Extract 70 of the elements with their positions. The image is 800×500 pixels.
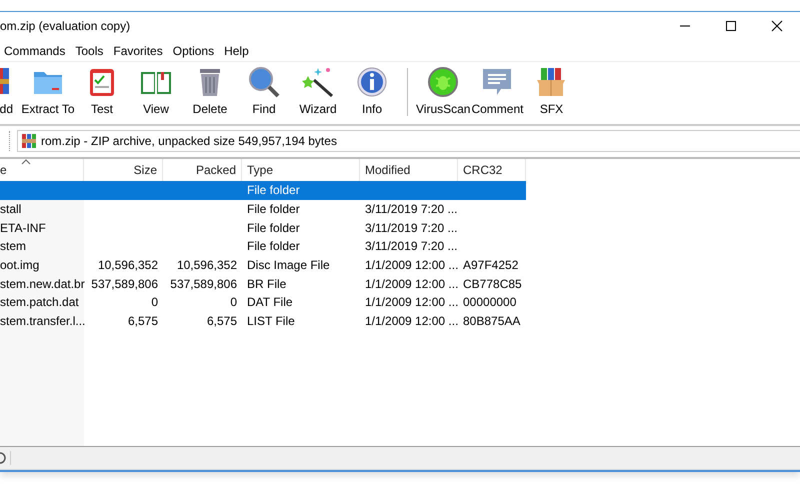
table-cell: BR File — [247, 276, 286, 291]
table-cell: CB778C85 — [463, 276, 522, 291]
table-cell: File folder — [247, 202, 300, 216]
bug-icon — [427, 66, 460, 98]
menu-item[interactable]: Commands — [0, 44, 70, 58]
sort-caret-icon — [21, 159, 31, 165]
table-cell: 0 — [230, 295, 237, 310]
table-cell: 1/1/2009 12:00 ... — [365, 258, 458, 272]
table-cell: LIST File — [247, 314, 295, 328]
window-title: om.zip (evaluation copy) — [0, 19, 130, 33]
file-row[interactable]: oot.img 10,596,352 10,596,352 Disc Image File 1/1/2009 12:00 ... A97F4252 — [0, 256, 526, 274]
menu-item[interactable]: Tools — [71, 44, 108, 58]
status-icon — [0, 451, 11, 465]
menu-item[interactable]: Help — [220, 44, 254, 58]
toolbar-button[interactable]: View — [129, 64, 183, 124]
toolbar-button[interactable]: dd — [0, 64, 21, 124]
table-cell: 3/11/2019 7:20 ... — [365, 239, 458, 254]
file-row[interactable]: stem.transfer.l... 6,575 6,575 LIST File 1/1/2009 12:00 ... 80B875AA — [0, 312, 526, 330]
table-cell: 537,589,806 — [170, 276, 237, 291]
toolbar-button[interactable]: Extract To — [21, 64, 75, 124]
table-cell: A97F4252 — [463, 258, 518, 272]
toolbar-button[interactable]: Delete — [183, 64, 237, 124]
maximize-icon — [725, 20, 737, 32]
table-cell: 0 — [151, 295, 158, 310]
table-cell: 6,575 — [128, 314, 158, 328]
info-icon — [356, 66, 388, 98]
toolbar-button[interactable]: Wizard — [291, 64, 345, 124]
table-cell: 10,596,352 — [176, 258, 237, 272]
magic-wand-icon — [302, 66, 334, 98]
archive-info: rom.zip - ZIP archive, unpacked size 549,957,194 bytes — [41, 134, 337, 148]
toolbar-button[interactable]: VirusScan — [416, 64, 470, 124]
table-cell: 80B875AA — [463, 314, 520, 328]
file-row[interactable]: File folder — [0, 181, 526, 200]
table-cell: stem.patch.dat — [0, 295, 79, 310]
file-row[interactable]: stem.new.dat.br 537,589,806 537,589,806 BR File 1/1/2009 12:00 ... CB778C85 — [0, 274, 526, 294]
table-cell: stem.new.dat.br — [0, 276, 85, 291]
table-cell: File folder — [247, 220, 300, 235]
file-row[interactable]: stem.patch.dat 0 0 DAT File 1/1/2009 12:00 ... 00000000 — [0, 293, 526, 312]
table-cell: File folder — [247, 239, 300, 254]
table-cell: stall — [0, 202, 22, 216]
table-cell: 537,589,806 — [91, 276, 158, 291]
table-cell: Disc Image File — [247, 258, 330, 272]
box-icon — [535, 66, 568, 98]
menu-item[interactable]: Options — [168, 44, 220, 58]
table-cell: 3/11/2019 7:20 ... — [365, 220, 458, 235]
table-cell: 1/1/2009 12:00 ... — [365, 314, 458, 328]
table-cell: 10,596,352 — [98, 258, 158, 272]
toolbar-button[interactable]: Test — [75, 64, 129, 124]
file-row[interactable]: stall File folder 3/11/2019 7:20 ... — [0, 200, 526, 218]
file-row[interactable]: stem File folder 3/11/2019 7:20 ... — [0, 237, 526, 256]
table-cell: 1/1/2009 12:00 ... — [365, 276, 458, 291]
table-cell: oot.img — [0, 258, 40, 272]
table-cell: File folder — [247, 183, 300, 198]
toolbar-button[interactable]: Comment — [470, 64, 524, 124]
toolbar-button[interactable]: SFX — [524, 64, 578, 124]
table-cell: stem — [0, 239, 26, 254]
table-cell: DAT File — [247, 295, 293, 310]
table-cell: 00000000 — [463, 295, 516, 310]
table-cell: 1/1/2009 12:00 ... — [365, 295, 458, 310]
menu-item[interactable]: Favorites — [109, 44, 168, 58]
archive-icon — [21, 133, 37, 149]
table-cell: 3/11/2019 7:20 ... — [365, 202, 458, 216]
table-cell: 6,575 — [206, 314, 237, 328]
toolbar-button[interactable]: Find — [237, 64, 291, 124]
close-icon — [771, 20, 783, 32]
magnifier-icon — [248, 66, 280, 98]
file-row[interactable]: ETA-INF File folder 3/11/2019 7:20 ... — [0, 218, 526, 238]
table-cell: stem.transfer.l... — [0, 314, 86, 328]
table-cell: ETA-INF — [0, 220, 46, 235]
toolbar-button[interactable]: Info — [345, 64, 399, 124]
